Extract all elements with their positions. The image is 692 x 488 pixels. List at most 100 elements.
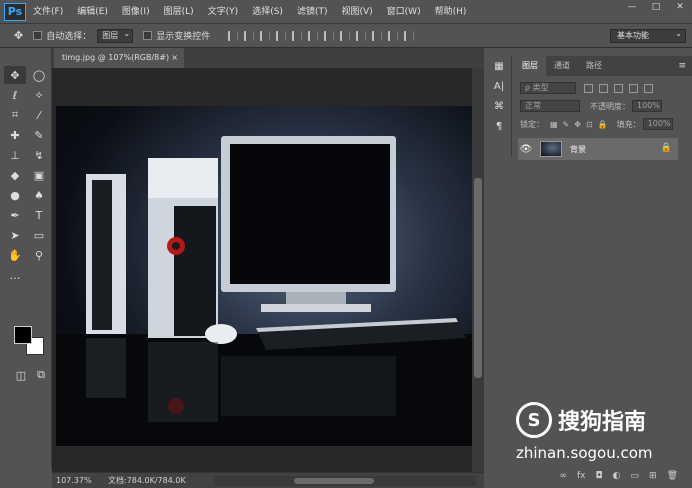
maximize-button[interactable]: □ [644, 0, 668, 14]
quick-select-tool-icon[interactable]: ✧ [28, 86, 50, 104]
zoom-tool-icon[interactable]: ⚲ [28, 246, 50, 264]
move-tool-icon[interactable]: ✥ [14, 29, 23, 42]
filter-shape-icon[interactable] [629, 83, 638, 93]
rectangle-tool-icon[interactable]: ▭ [28, 226, 50, 244]
workspace-dropdown[interactable]: 基本功能 [610, 28, 686, 43]
menu-file[interactable]: 文件(F) [26, 0, 70, 24]
photoshop-window: Ps 文件(F) 编辑(E) 图像(I) 图层(L) 文字(Y) 选择(S) 滤… [0, 0, 692, 488]
menu-edit[interactable]: 编辑(E) [70, 0, 115, 24]
pen-tool-icon[interactable]: ✒ [4, 206, 26, 224]
tab-layers[interactable]: 图层 [514, 56, 546, 76]
gradient-tool-icon[interactable]: ▣ [28, 166, 50, 184]
menu-window[interactable]: 窗口(W) [380, 0, 428, 24]
marquee-tool-icon[interactable]: ◯ [28, 66, 50, 84]
distribute-vcenter-icon[interactable] [340, 30, 351, 41]
blur-tool-icon[interactable]: ● [4, 186, 26, 204]
menu-help[interactable]: 帮助(H) [428, 0, 474, 24]
stamp-tool-icon[interactable]: ⊥ [4, 146, 26, 164]
document-close-icon[interactable]: × [171, 48, 178, 68]
screen-mode-icon[interactable]: ⧉ [30, 366, 52, 384]
layer-thumbnail [540, 141, 562, 157]
foreground-color-swatch[interactable] [14, 326, 32, 344]
dodge-tool-icon[interactable]: ♠ [28, 186, 50, 204]
lock-options-icon[interactable]: ▦✎✥⊡🔒 [550, 120, 613, 129]
move-tool-icon[interactable]: ✥ [4, 66, 26, 84]
menu-filter[interactable]: 滤镜(T) [290, 0, 335, 24]
align-vcenter-icon[interactable] [244, 30, 255, 41]
delete-layer-icon[interactable]: 🗑 [667, 471, 678, 481]
visibility-eye-icon[interactable]: 👁 [518, 144, 534, 155]
brush-tool-icon[interactable]: ✎ [28, 126, 50, 144]
layers-bottom-bar: ∞ fx ◘ ◐ ▭ ⊞ 🗑 [514, 468, 692, 484]
opacity-input[interactable]: 100% [632, 100, 662, 112]
glyphs-panel-icon[interactable]: ⌘ [486, 96, 512, 116]
filter-adjust-icon[interactable] [599, 83, 608, 93]
canvas-vertical-scrollbar[interactable] [472, 68, 484, 472]
auto-select-label: 自动选择： [46, 32, 92, 42]
path-select-icon[interactable]: ➤ [4, 226, 26, 244]
blend-mode-dropdown[interactable]: 正常 [520, 100, 580, 112]
distribute-right-icon[interactable] [404, 30, 415, 41]
menu-view[interactable]: 视图(V) [334, 0, 379, 24]
eyedropper-tool-icon[interactable]: ⁄ [28, 106, 50, 124]
window-controls: — □ ✕ [620, 0, 692, 14]
auto-select-dropdown[interactable]: 图层 [97, 28, 134, 43]
menu-layer[interactable]: 图层(L) [157, 0, 201, 24]
hand-tool-icon[interactable]: ✋ [4, 246, 26, 264]
align-right-icon[interactable] [308, 30, 319, 41]
minimize-button[interactable]: — [620, 0, 644, 14]
tab-paths[interactable]: 路径 [578, 56, 610, 76]
align-top-icon[interactable] [228, 30, 239, 41]
distribute-top-icon[interactable] [324, 30, 335, 41]
healing-brush-icon[interactable]: ✚ [4, 126, 26, 144]
document-tab-title: timg.jpg @ 107%(RGB/8#) [62, 53, 170, 62]
lasso-tool-icon[interactable]: ℓ [4, 86, 26, 104]
document-image[interactable] [56, 106, 472, 446]
layer-row-background[interactable]: 👁 背景 🔒 [518, 138, 678, 160]
layer-filter-dropdown[interactable]: ρ 类型 [520, 82, 576, 94]
filter-type-icon[interactable] [614, 83, 623, 93]
character-panel-icon[interactable]: A| [486, 76, 512, 96]
status-bar: 107.37% 文档:784.0K/784.0K [52, 472, 484, 488]
distribute-hcenter-icon[interactable] [388, 30, 399, 41]
fill-input[interactable]: 100% [642, 118, 673, 130]
tab-channels[interactable]: 通道 [546, 56, 578, 76]
align-hcenter-icon[interactable] [292, 30, 303, 41]
quick-mask-icon[interactable]: ◫ [10, 366, 32, 384]
blend-row: 正常 不透明度： 100% [514, 98, 692, 114]
filter-smart-icon[interactable] [644, 83, 653, 93]
menu-select[interactable]: 选择(S) [245, 0, 290, 24]
link-layers-icon[interactable]: ∞ [560, 471, 568, 481]
align-bottom-icon[interactable] [260, 30, 271, 41]
vertical-scroll-thumb[interactable] [474, 178, 482, 378]
distribute-left-icon[interactable] [372, 30, 383, 41]
add-mask-icon[interactable]: ◘ [596, 471, 603, 481]
crop-tool-icon[interactable]: ⌗ [4, 106, 26, 124]
zoom-level[interactable]: 107.37% [52, 476, 108, 485]
filter-pixel-icon[interactable] [584, 83, 593, 93]
close-button[interactable]: ✕ [668, 0, 692, 14]
more-tools-icon[interactable]: … [4, 266, 26, 284]
menu-image[interactable]: 图像(I) [115, 0, 157, 24]
canvas-horizontal-scrollbar[interactable] [214, 475, 476, 486]
document-size[interactable]: 文档:784.0K/784.0K [108, 475, 214, 486]
history-brush-icon[interactable]: ↯ [28, 146, 50, 164]
new-group-icon[interactable]: ▭ [631, 471, 640, 481]
eraser-tool-icon[interactable]: ◆ [4, 166, 26, 184]
canvas-area[interactable] [52, 68, 484, 472]
align-left-icon[interactable] [276, 30, 287, 41]
adjustment-layer-icon[interactable]: ◐ [613, 471, 621, 481]
document-tab[interactable]: timg.jpg @ 107%(RGB/8#) × [54, 48, 184, 68]
auto-select-checkbox[interactable] [33, 31, 43, 40]
new-layer-icon[interactable]: ⊞ [649, 471, 657, 481]
menu-type[interactable]: 文字(Y) [201, 0, 246, 24]
horizontal-scroll-thumb[interactable] [294, 477, 374, 484]
panel-menu-icon[interactable]: ≡ [678, 56, 686, 76]
paragraph-panel-icon[interactable]: ¶ [486, 116, 512, 136]
distribute-bottom-icon[interactable] [356, 30, 367, 41]
layer-style-icon[interactable]: fx [577, 471, 586, 481]
type-tool-icon[interactable]: T [28, 206, 50, 224]
history-panel-icon[interactable]: ▦ [486, 56, 512, 76]
show-transform-label: 显示变换控件 [156, 32, 211, 42]
show-transform-checkbox[interactable] [143, 31, 153, 40]
